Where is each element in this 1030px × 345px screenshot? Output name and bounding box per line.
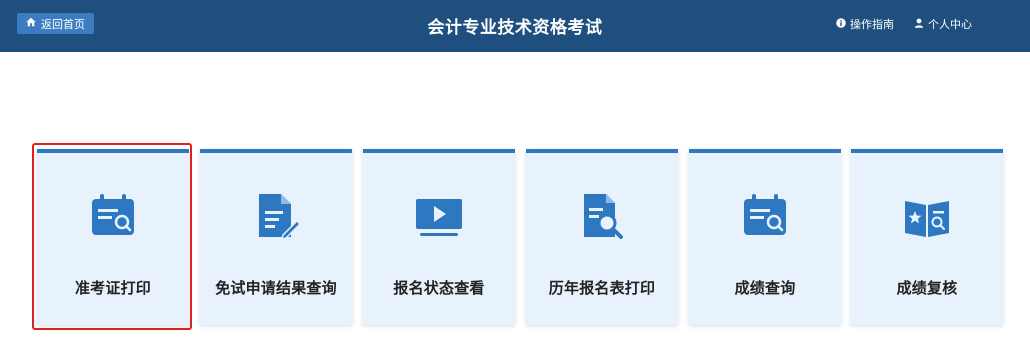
service-card-grid: 准考证打印 免试申请结果查询 报名状态查看 历年报名表打印 成绩查询 成绩复核	[0, 0, 1030, 345]
card-label: 报名状态查看	[393, 279, 485, 297]
calendar-search-icon	[88, 191, 138, 241]
card-score-query[interactable]: 成绩查询	[689, 149, 841, 325]
card-score-review[interactable]: 成绩复核	[851, 149, 1003, 325]
card-label: 成绩查询	[734, 279, 796, 297]
card-registration-status[interactable]: 报名状态查看	[363, 149, 515, 325]
card-label: 成绩复核	[896, 279, 958, 297]
monitor-play-icon	[414, 191, 464, 241]
card-exemption-result-query[interactable]: 免试申请结果查询	[200, 149, 352, 325]
book-star-search-icon	[902, 191, 952, 241]
card-label: 准考证打印	[74, 279, 151, 297]
document-edit-icon	[251, 191, 302, 241]
card-past-registration-print[interactable]: 历年报名表打印	[526, 149, 678, 325]
card-label: 历年报名表打印	[548, 279, 656, 297]
document-search-icon	[577, 191, 627, 241]
card-admission-ticket-print[interactable]: 准考证打印	[37, 149, 189, 325]
calendar-search-icon	[740, 191, 790, 241]
card-label: 免试申请结果查询	[215, 279, 337, 297]
